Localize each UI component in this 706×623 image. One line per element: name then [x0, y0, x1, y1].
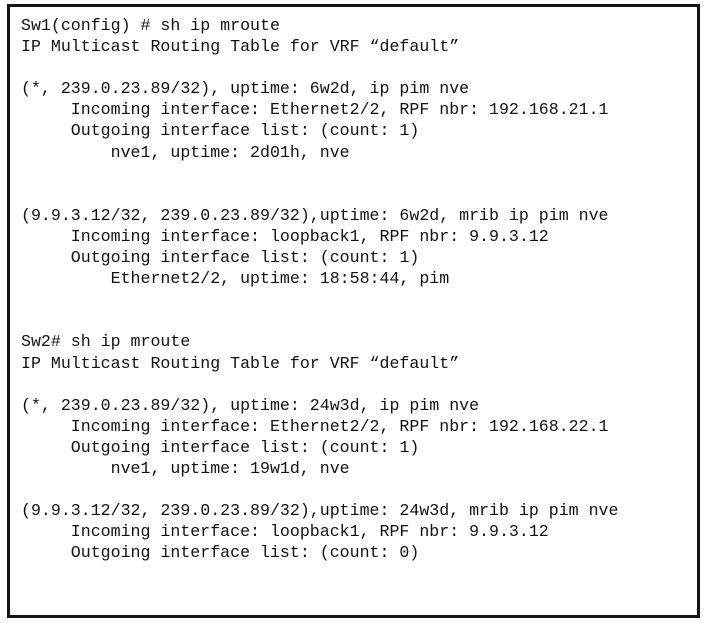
terminal-line: Ethernet2/2, uptime: 18:58:44, pim	[21, 269, 450, 289]
terminal-line: IP Multicast Routing Table for VRF “defa…	[21, 353, 460, 373]
terminal-line: Outgoing interface list: (count: 0)	[21, 543, 420, 563]
terminal-line: Sw2# sh ip mroute	[21, 332, 191, 352]
terminal-line: Incoming interface: Ethernet2/2, RPF nbr…	[21, 100, 609, 120]
terminal-line: (9.9.3.12/32, 239.0.23.89/32),uptime: 24…	[21, 501, 619, 521]
terminal-line: Outgoing interface list: (count: 1)	[21, 121, 420, 141]
terminal-line: nve1, uptime: 2d01h, nve	[21, 142, 350, 162]
terminal-window-frame: Sw1(config) # sh ip mroute IP Multicast R…	[7, 4, 700, 618]
terminal-line: (*, 239.0.23.89/32), uptime: 6w2d, ip pi…	[21, 79, 470, 99]
screenshot-root: Sw1(config) # sh ip mroute IP Multicast R…	[0, 0, 706, 623]
terminal-line: IP Multicast Routing Table for VRF “defa…	[21, 37, 460, 57]
terminal-line: Incoming interface: loopback1, RPF nbr: …	[21, 226, 549, 246]
terminal-line: Outgoing interface list: (count: 1)	[21, 437, 420, 457]
terminal-line: Incoming interface: Ethernet2/2, RPF nbr…	[21, 416, 609, 436]
terminal-line: nve1, uptime: 19w1d, nve	[21, 458, 350, 478]
terminal-line: Incoming interface: loopback1, RPF nbr: …	[21, 522, 549, 542]
terminal-line: Outgoing interface list: (count: 1)	[21, 248, 420, 268]
terminal-line: (9.9.3.12/32, 239.0.23.89/32),uptime: 6w…	[21, 205, 609, 225]
terminal-line: (*, 239.0.23.89/32), uptime: 24w3d, ip p…	[21, 395, 480, 415]
terminal-output-area[interactable]: Sw1(config) # sh ip mroute IP Multicast R…	[10, 7, 697, 563]
terminal-line: Sw1(config) # sh ip mroute	[21, 16, 280, 35]
